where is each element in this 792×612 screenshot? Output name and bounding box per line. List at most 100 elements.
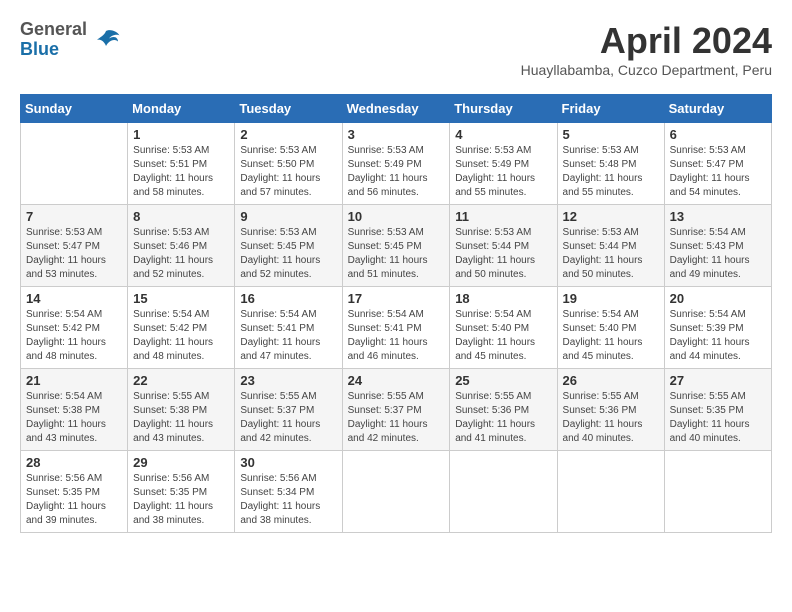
calendar-cell: 19 Sunrise: 5:54 AM Sunset: 5:40 PM Dayli…	[557, 287, 664, 369]
month-title: April 2024	[521, 20, 772, 62]
calendar-cell: 24 Sunrise: 5:55 AM Sunset: 5:37 PM Dayli…	[342, 369, 450, 451]
calendar-cell: 26 Sunrise: 5:55 AM Sunset: 5:36 PM Dayli…	[557, 369, 664, 451]
logo-blue: Blue	[20, 40, 87, 60]
calendar-cell: 23 Sunrise: 5:55 AM Sunset: 5:37 PM Dayli…	[235, 369, 342, 451]
day-number: 27	[670, 373, 766, 388]
day-number: 21	[26, 373, 122, 388]
calendar-cell	[450, 451, 557, 533]
day-number: 16	[240, 291, 336, 306]
day-info: Sunrise: 5:54 AM Sunset: 5:41 PM Dayligh…	[348, 308, 445, 364]
calendar-cell: 18 Sunrise: 5:54 AM Sunset: 5:40 PM Dayli…	[450, 287, 557, 369]
day-info: Sunrise: 5:56 AM Sunset: 5:35 PM Dayligh…	[133, 472, 229, 528]
day-number: 4	[455, 127, 551, 142]
day-number: 23	[240, 373, 336, 388]
day-info: Sunrise: 5:53 AM Sunset: 5:49 PM Dayligh…	[455, 144, 551, 200]
calendar-table: SundayMondayTuesdayWednesdayThursdayFrid…	[20, 94, 772, 533]
calendar-cell: 15 Sunrise: 5:54 AM Sunset: 5:42 PM Dayli…	[128, 287, 235, 369]
calendar-cell: 1 Sunrise: 5:53 AM Sunset: 5:51 PM Daylig…	[128, 123, 235, 205]
calendar-cell: 11Sunrise: 5:53 AM Sunset: 5:44 PM Dayli…	[450, 205, 557, 287]
day-number: 15	[133, 291, 229, 306]
day-info: Sunrise: 5:53 AM Sunset: 5:46 PM Dayligh…	[133, 226, 229, 282]
calendar-week-row: 1 Sunrise: 5:53 AM Sunset: 5:51 PM Daylig…	[21, 123, 772, 205]
day-number: 18	[455, 291, 551, 306]
calendar-cell: 7 Sunrise: 5:53 AM Sunset: 5:47 PM Daylig…	[21, 205, 128, 287]
day-info: Sunrise: 5:54 AM Sunset: 5:39 PM Dayligh…	[670, 308, 766, 364]
day-number: 8	[133, 209, 229, 224]
day-info: Sunrise: 5:55 AM Sunset: 5:36 PM Dayligh…	[455, 390, 551, 446]
calendar-cell: 3Sunrise: 5:53 AM Sunset: 5:49 PM Daylig…	[342, 123, 450, 205]
location: Huayllabamba, Cuzco Department, Peru	[521, 62, 772, 78]
day-info: Sunrise: 5:56 AM Sunset: 5:34 PM Dayligh…	[240, 472, 336, 528]
calendar-cell: 30Sunrise: 5:56 AM Sunset: 5:34 PM Dayli…	[235, 451, 342, 533]
day-number: 3	[348, 127, 445, 142]
calendar-week-row: 28 Sunrise: 5:56 AM Sunset: 5:35 PM Dayli…	[21, 451, 772, 533]
calendar-cell: 25 Sunrise: 5:55 AM Sunset: 5:36 PM Dayli…	[450, 369, 557, 451]
day-number: 2	[240, 127, 336, 142]
day-number: 10	[348, 209, 445, 224]
logo: General Blue	[20, 20, 121, 60]
day-number: 5	[563, 127, 659, 142]
day-number: 25	[455, 373, 551, 388]
calendar-cell: 22 Sunrise: 5:55 AM Sunset: 5:38 PM Dayli…	[128, 369, 235, 451]
day-number: 13	[670, 209, 766, 224]
calendar-header-saturday: Saturday	[664, 95, 771, 123]
day-info: Sunrise: 5:53 AM Sunset: 5:45 PM Dayligh…	[348, 226, 445, 282]
day-number: 24	[348, 373, 445, 388]
day-info: Sunrise: 5:53 AM Sunset: 5:44 PM Dayligh…	[563, 226, 659, 282]
day-info: Sunrise: 5:54 AM Sunset: 5:40 PM Dayligh…	[563, 308, 659, 364]
day-number: 29	[133, 455, 229, 470]
logo-general: General	[20, 20, 87, 40]
day-number: 1	[133, 127, 229, 142]
logo-bird-icon	[91, 25, 121, 55]
day-info: Sunrise: 5:55 AM Sunset: 5:36 PM Dayligh…	[563, 390, 659, 446]
calendar-cell: 16 Sunrise: 5:54 AM Sunset: 5:41 PM Dayli…	[235, 287, 342, 369]
day-number: 28	[26, 455, 122, 470]
calendar-cell: 8 Sunrise: 5:53 AM Sunset: 5:46 PM Daylig…	[128, 205, 235, 287]
day-info: Sunrise: 5:55 AM Sunset: 5:38 PM Dayligh…	[133, 390, 229, 446]
day-info: Sunrise: 5:53 AM Sunset: 5:51 PM Dayligh…	[133, 144, 229, 200]
calendar-cell: 4 Sunrise: 5:53 AM Sunset: 5:49 PM Daylig…	[450, 123, 557, 205]
calendar-header-friday: Friday	[557, 95, 664, 123]
calendar-cell: 10 Sunrise: 5:53 AM Sunset: 5:45 PM Dayli…	[342, 205, 450, 287]
calendar-cell: 17Sunrise: 5:54 AM Sunset: 5:41 PM Dayli…	[342, 287, 450, 369]
calendar-cell: 5 Sunrise: 5:53 AM Sunset: 5:48 PM Daylig…	[557, 123, 664, 205]
calendar-cell	[557, 451, 664, 533]
day-info: Sunrise: 5:55 AM Sunset: 5:37 PM Dayligh…	[348, 390, 445, 446]
day-info: Sunrise: 5:53 AM Sunset: 5:50 PM Dayligh…	[240, 144, 336, 200]
calendar-cell	[342, 451, 450, 533]
calendar-cell	[664, 451, 771, 533]
day-info: Sunrise: 5:53 AM Sunset: 5:48 PM Dayligh…	[563, 144, 659, 200]
day-info: Sunrise: 5:54 AM Sunset: 5:43 PM Dayligh…	[670, 226, 766, 282]
day-info: Sunrise: 5:54 AM Sunset: 5:40 PM Dayligh…	[455, 308, 551, 364]
day-number: 19	[563, 291, 659, 306]
calendar-header-thursday: Thursday	[450, 95, 557, 123]
day-info: Sunrise: 5:54 AM Sunset: 5:41 PM Dayligh…	[240, 308, 336, 364]
day-number: 22	[133, 373, 229, 388]
calendar-cell: 21 Sunrise: 5:54 AM Sunset: 5:38 PM Dayli…	[21, 369, 128, 451]
calendar-cell: 2 Sunrise: 5:53 AM Sunset: 5:50 PM Daylig…	[235, 123, 342, 205]
calendar-cell: 6Sunrise: 5:53 AM Sunset: 5:47 PM Daylig…	[664, 123, 771, 205]
calendar-cell: 20 Sunrise: 5:54 AM Sunset: 5:39 PM Dayli…	[664, 287, 771, 369]
calendar-cell: 13 Sunrise: 5:54 AM Sunset: 5:43 PM Dayli…	[664, 205, 771, 287]
calendar-cell: 14Sunrise: 5:54 AM Sunset: 5:42 PM Dayli…	[21, 287, 128, 369]
calendar-header-monday: Monday	[128, 95, 235, 123]
calendar-header-tuesday: Tuesday	[235, 95, 342, 123]
calendar-header-wednesday: Wednesday	[342, 95, 450, 123]
title-block: April 2024 Huayllabamba, Cuzco Departmen…	[521, 20, 772, 78]
day-number: 11	[455, 209, 551, 224]
day-info: Sunrise: 5:55 AM Sunset: 5:35 PM Dayligh…	[670, 390, 766, 446]
day-number: 20	[670, 291, 766, 306]
day-info: Sunrise: 5:56 AM Sunset: 5:35 PM Dayligh…	[26, 472, 122, 528]
day-info: Sunrise: 5:53 AM Sunset: 5:47 PM Dayligh…	[26, 226, 122, 282]
day-info: Sunrise: 5:54 AM Sunset: 5:42 PM Dayligh…	[133, 308, 229, 364]
day-info: Sunrise: 5:53 AM Sunset: 5:45 PM Dayligh…	[240, 226, 336, 282]
calendar-cell: 27 Sunrise: 5:55 AM Sunset: 5:35 PM Dayli…	[664, 369, 771, 451]
calendar-week-row: 21 Sunrise: 5:54 AM Sunset: 5:38 PM Dayli…	[21, 369, 772, 451]
day-number: 26	[563, 373, 659, 388]
day-number: 12	[563, 209, 659, 224]
calendar-header-row: SundayMondayTuesdayWednesdayThursdayFrid…	[21, 95, 772, 123]
day-number: 7	[26, 209, 122, 224]
day-number: 6	[670, 127, 766, 142]
day-info: Sunrise: 5:55 AM Sunset: 5:37 PM Dayligh…	[240, 390, 336, 446]
day-info: Sunrise: 5:54 AM Sunset: 5:38 PM Dayligh…	[26, 390, 122, 446]
